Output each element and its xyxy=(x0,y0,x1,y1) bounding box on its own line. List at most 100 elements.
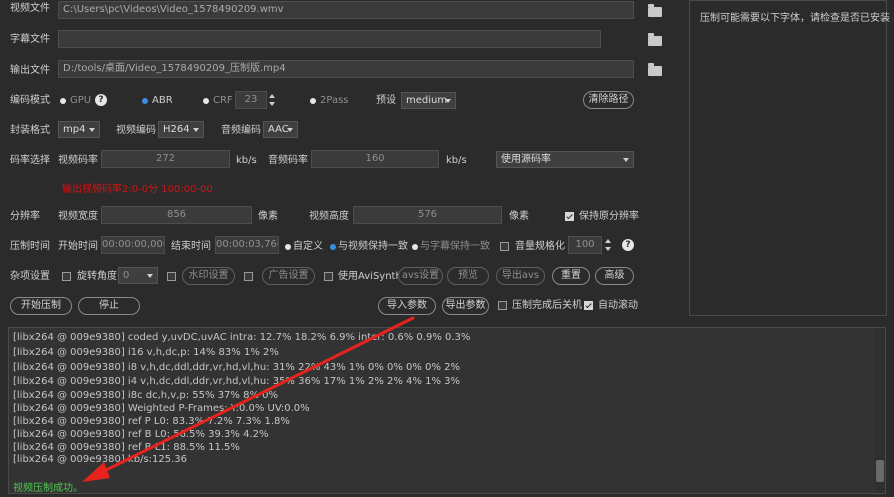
log-line: [libx264 @ 009e9380] Weighted P-Frames: … xyxy=(13,403,310,414)
video-file-input[interactable]: C:\Users\pc\Videos\Video_1578490209.wmv xyxy=(58,1,634,19)
log-line: [libx264 @ 009e9380] i8 v,h,dc,ddl,ddr,v… xyxy=(13,362,460,373)
trim-label: 压制时间 xyxy=(10,241,50,252)
shutdown-checkbox[interactable] xyxy=(498,301,507,310)
volume-normalize-label: 音量规格化 xyxy=(515,241,565,252)
start-encode-button[interactable]: 开始压制 xyxy=(10,297,72,315)
rotate-select[interactable]: 0 xyxy=(118,267,158,284)
gpu-radio[interactable] xyxy=(60,98,66,104)
width-input[interactable]: 856 xyxy=(101,206,252,224)
volume-input[interactable]: 100 xyxy=(568,236,602,254)
start-time-label: 开始时间 xyxy=(58,241,98,252)
advanced-button[interactable]: 高级 xyxy=(595,267,634,285)
bitrate-label: 码率选择 xyxy=(10,155,50,166)
output-file-label: 输出文件 xyxy=(10,65,50,76)
preset-label: 预设 xyxy=(376,95,396,106)
import-params-button[interactable]: 导入参数 xyxy=(378,297,436,315)
volume-normalize-checkbox[interactable] xyxy=(500,242,509,251)
same-as-video-label: 与视频保持一致 xyxy=(338,241,408,252)
audio-bitrate-unit: kb/s xyxy=(446,155,467,166)
start-time-input[interactable]: 00:00:00,000 xyxy=(101,236,165,254)
same-as-subtitle-radio[interactable] xyxy=(412,244,418,250)
crf-label: CRF xyxy=(213,95,233,106)
same-as-video-radio[interactable] xyxy=(330,244,336,250)
gpu-label: GPU xyxy=(70,95,92,106)
auto-scroll-label: 自动滚动 xyxy=(598,300,638,311)
video-bitrate-label: 视频码率 xyxy=(58,155,98,166)
same-as-subtitle-label: 与字幕保持一致 xyxy=(420,241,490,252)
folder-icon[interactable] xyxy=(648,4,662,17)
font-requirement-text: 压制可能需要以下字体，请检查是否已安装 xyxy=(700,13,890,24)
output-file-input[interactable]: D:/tools/桌面/Video_1578490209_压制版.mp4 xyxy=(58,60,634,78)
chevron-down-icon xyxy=(193,128,199,132)
video-file-label: 视频文件 xyxy=(10,3,50,14)
folder-icon[interactable] xyxy=(648,33,662,46)
avisynth-label: 使用AviSynth xyxy=(338,271,402,282)
video-codec-select[interactable]: H264 xyxy=(158,121,204,138)
end-time-label: 结束时间 xyxy=(171,241,211,252)
log-line: [libx264 @ 009e9380] i8c dc,h,v,p: 55% 3… xyxy=(13,390,279,401)
width-label: 视频宽度 xyxy=(58,211,98,222)
log-scrollbar[interactable] xyxy=(875,328,885,493)
crf-spinner[interactable] xyxy=(267,91,277,109)
video-bitrate-unit: kb/s xyxy=(236,155,257,166)
export-params-button[interactable]: 导出参数 xyxy=(442,297,489,315)
log-line: [libx264 @ 009e9380] coded y,uvDC,uvAC i… xyxy=(13,332,471,343)
log-line: [libx264 @ 009e9380] i4 v,h,dc,ddl,ddr,v… xyxy=(13,376,460,387)
abr-radio[interactable] xyxy=(142,98,148,104)
end-time-input[interactable]: 00:00:03,766 xyxy=(215,236,279,254)
preset-select[interactable]: medium xyxy=(401,92,456,109)
log-line: [libx264 @ 009e9380] ref B L1: 88.5% 11.… xyxy=(13,442,240,453)
two-pass-radio[interactable] xyxy=(310,98,316,104)
rotate-label: 旋转角度 xyxy=(77,271,117,282)
volume-spinner[interactable] xyxy=(603,236,613,254)
audio-bitrate-label: 音频码率 xyxy=(268,155,308,166)
crf-value-input[interactable]: 23 xyxy=(235,91,267,109)
chevron-down-icon xyxy=(623,158,629,162)
folder-icon[interactable] xyxy=(648,63,662,76)
keep-resolution-label: 保持原分辨率 xyxy=(579,211,639,222)
reset-button[interactable]: 重置 xyxy=(552,267,590,285)
keep-resolution-checkbox[interactable] xyxy=(565,212,574,221)
stop-button[interactable]: 停止 xyxy=(78,297,140,315)
crf-radio[interactable] xyxy=(203,98,209,104)
export-avs-button[interactable]: 导出avs xyxy=(496,267,545,285)
font-requirement-panel: 压制可能需要以下字体，请检查是否已安装 xyxy=(689,0,890,316)
ad-settings-button[interactable]: 广告设置 xyxy=(262,267,315,285)
avisynth-checkbox[interactable] xyxy=(324,272,333,281)
height-input[interactable]: 576 xyxy=(353,206,502,224)
height-unit: 像素 xyxy=(509,211,529,222)
audio-codec-select[interactable]: AAC xyxy=(263,121,298,138)
audio-codec-value: AAC xyxy=(268,124,289,135)
avs-settings-button[interactable]: avs设置 xyxy=(398,267,443,285)
preview-button[interactable]: 预览 xyxy=(447,267,489,285)
log-line: [libx264 @ 009e9380] ref B L0: 56.5% 39.… xyxy=(13,429,269,440)
help-icon[interactable]: ? xyxy=(622,239,634,251)
chevron-down-icon xyxy=(445,99,451,103)
custom-time-radio[interactable] xyxy=(285,244,291,250)
container-select[interactable]: mp4 xyxy=(58,121,100,138)
auto-scroll-checkbox[interactable] xyxy=(584,301,593,310)
encode-mode-label: 编码模式 xyxy=(10,95,50,106)
log-line: [libx264 @ 009e9380] kb/s:125.36 xyxy=(13,454,188,465)
video-bitrate-input[interactable]: 272 xyxy=(101,150,230,168)
log-output[interactable]: [libx264 @ 009e9380] coded y,uvDC,uvAC i… xyxy=(8,327,886,494)
bitrate-warning: 输出视频码率2:0-0分 100:00-00 xyxy=(62,184,213,195)
audio-bitrate-input[interactable]: 160 xyxy=(311,150,439,168)
chevron-down-icon xyxy=(287,128,293,132)
preset-value: medium xyxy=(406,95,448,106)
success-message: 视频压制成功。 xyxy=(13,483,83,494)
ad-checkbox[interactable] xyxy=(244,272,253,281)
misc-label: 杂项设置 xyxy=(10,271,50,282)
log-scrollbar-thumb[interactable] xyxy=(876,460,884,482)
audio-codec-label: 音频编码 xyxy=(221,125,261,136)
video-codec-label: 视频编码 xyxy=(116,125,156,136)
watermark-checkbox[interactable] xyxy=(167,272,176,281)
rotate-value: 0 xyxy=(123,270,130,281)
watermark-settings-button[interactable]: 水印设置 xyxy=(182,267,235,285)
rotate-checkbox[interactable] xyxy=(62,272,71,281)
help-icon[interactable]: ? xyxy=(95,94,107,106)
chevron-down-icon xyxy=(89,128,95,132)
bitrate-source-select[interactable]: 使用源码率 xyxy=(496,151,634,168)
clear-path-button[interactable]: 清除路径 xyxy=(583,91,634,109)
subtitle-file-input[interactable] xyxy=(58,30,601,48)
